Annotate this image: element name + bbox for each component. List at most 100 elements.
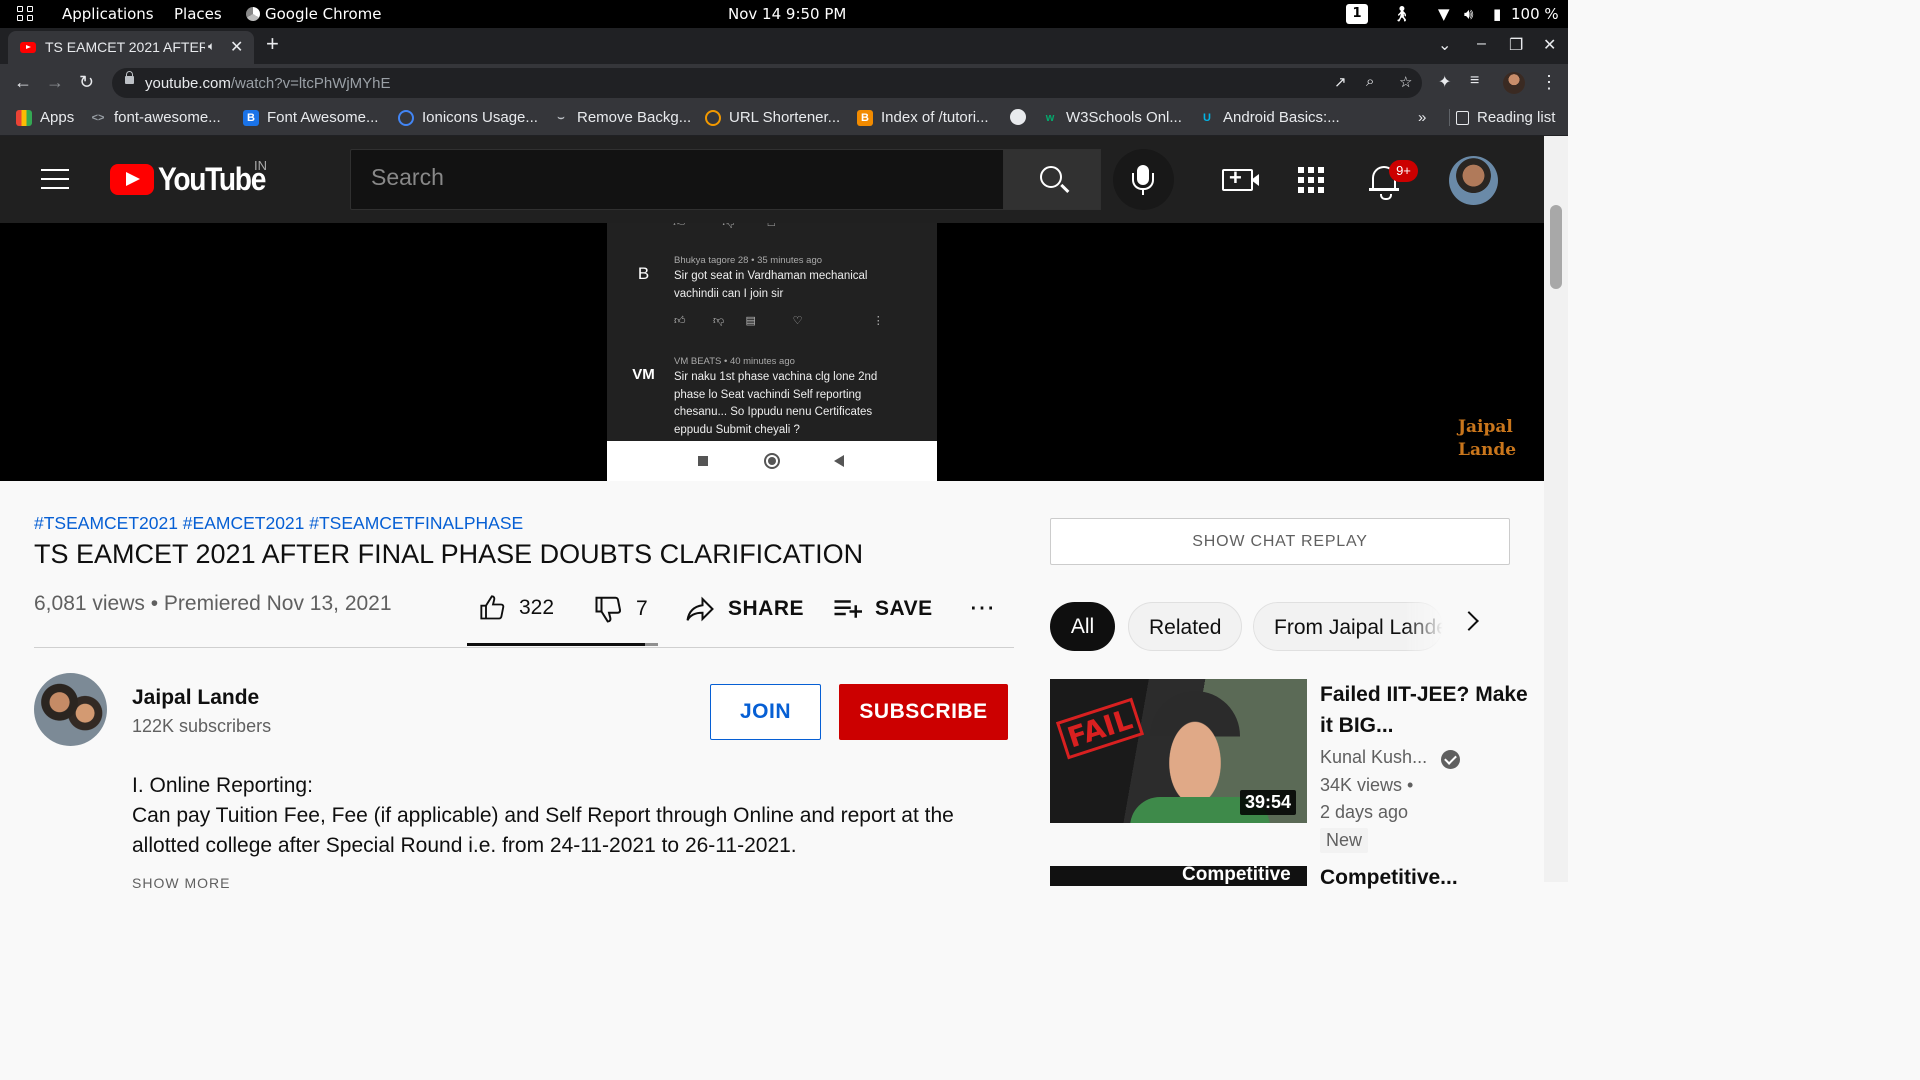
url-text[interactable]: youtube.com/watch?v=ltcPhWjMYhE xyxy=(145,75,391,92)
index-icon: B xyxy=(857,109,873,126)
tab-title: TS EAMCET 2021 AFTER FINAL PHASE DOUBTS … xyxy=(45,39,205,55)
extensions-icon[interactable]: ✦ xyxy=(1438,72,1451,92)
share-label: SHARE xyxy=(728,597,805,620)
volume-icon[interactable]: 🔊︎ xyxy=(1464,5,1473,23)
share-button[interactable]: SHARE xyxy=(684,594,804,624)
android-nav-bar xyxy=(607,441,937,481)
media-control-icon[interactable]: ≡ xyxy=(1470,72,1479,90)
workspace-indicator[interactable]: 1 xyxy=(1346,4,1368,24)
save-label: SAVE xyxy=(875,597,933,620)
chip-from-channel[interactable]: From Jaipal Lande xyxy=(1253,602,1443,651)
bookmark-apps[interactable]: Apps xyxy=(16,109,74,126)
audio-playing-icon[interactable]: 🔈︎ xyxy=(208,39,215,54)
applications-menu[interactable]: Applications xyxy=(62,5,154,23)
video-duration: 39:54 xyxy=(1240,790,1297,815)
back-triangle-icon xyxy=(834,455,844,467)
recommendation-title[interactable]: Competitive... xyxy=(1320,866,1458,890)
like-button[interactable]: 322 xyxy=(479,594,554,622)
bookmark-label: URL Shortener... xyxy=(729,109,841,126)
create-video-icon[interactable] xyxy=(1222,165,1259,191)
bookmark-font-awesome[interactable]: B Font Awesome... xyxy=(243,109,378,126)
activities-grid-icon[interactable] xyxy=(17,6,35,22)
search-button[interactable] xyxy=(1003,149,1101,210)
zoom-icon[interactable]: ⌕ xyxy=(1366,73,1374,90)
channel-name[interactable]: Jaipal Lande xyxy=(132,686,259,710)
address-bar[interactable]: youtube.com/watch?v=ltcPhWjMYhE ↗ ⌕ ☆ xyxy=(112,68,1422,98)
reading-list-icon xyxy=(1456,110,1469,125)
recommendation-age: 2 days ago xyxy=(1320,802,1409,822)
bookmark-globe[interactable] xyxy=(1010,109,1026,125)
minimize-icon[interactable]: – xyxy=(1477,35,1486,53)
save-button[interactable]: SAVE xyxy=(831,594,933,624)
menu-kebab-icon[interactable]: ⋮ xyxy=(1540,72,1558,93)
profile-avatar[interactable] xyxy=(1503,72,1525,94)
more-actions-icon[interactable]: ⋯ xyxy=(969,592,995,623)
page-scrollbar-thumb[interactable] xyxy=(1550,205,1562,289)
youtube-logo-icon[interactable] xyxy=(110,164,154,195)
video-hashtags[interactable]: #TSEAMCET2021 #EAMCET2021 #TSEAMCETFINAL… xyxy=(34,513,523,534)
bookmark-font-awesome-code[interactable]: <> font-awesome... xyxy=(90,109,221,126)
chip-all[interactable]: All xyxy=(1050,602,1115,651)
recommendation-title[interactable]: Failed IIT-JEE? Make it BIG... xyxy=(1320,679,1535,741)
bookmark-w3schools[interactable]: w W3Schools Onl... xyxy=(1042,109,1182,126)
channel-watermark: Jaipal Lande xyxy=(1458,416,1516,462)
guide-menu-icon[interactable] xyxy=(41,169,69,189)
search-input[interactable] xyxy=(371,164,971,191)
comment-meta: Bhukya tagore 28 • 35 minutes ago xyxy=(674,255,823,266)
active-app-label[interactable]: Google Chrome xyxy=(265,5,382,23)
comment-avatar: VM xyxy=(632,366,655,383)
recommendation-thumbnail[interactable]: Competitive xyxy=(1050,866,1307,886)
places-menu[interactable]: Places xyxy=(174,5,222,23)
chip-related[interactable]: Related xyxy=(1128,602,1243,651)
recents-icon xyxy=(698,456,708,466)
lock-icon[interactable] xyxy=(125,71,134,84)
bookmark-remove-bg[interactable]: ⌣ Remove Backg... xyxy=(553,109,691,126)
udacity-icon: U xyxy=(1203,111,1211,124)
recommendation-channel[interactable]: Kunal Kush... xyxy=(1320,747,1427,768)
window-close-icon[interactable]: ✕ xyxy=(1543,35,1556,55)
bookmark-android-basics[interactable]: U Android Basics:... xyxy=(1199,109,1340,126)
back-icon[interactable]: ← xyxy=(14,72,32,93)
bookmark-label: Font Awesome... xyxy=(267,109,379,126)
description-line: Can pay Tuition Fee, Fee (if applicable)… xyxy=(132,804,954,857)
subscribe-button[interactable]: SUBSCRIBE xyxy=(839,684,1008,740)
bookmark-index-of[interactable]: B Index of /tutori... xyxy=(857,109,989,126)
wifi-icon[interactable]: ▼ xyxy=(1438,5,1450,23)
join-button[interactable]: JOIN xyxy=(710,684,821,740)
more-bookmarks-button[interactable]: » xyxy=(1418,109,1426,126)
reload-icon[interactable]: ↻ xyxy=(79,72,94,93)
chevron-right-icon[interactable] xyxy=(1459,611,1479,631)
youtube-apps-icon[interactable] xyxy=(1298,167,1324,193)
chrome-app-icon xyxy=(246,7,260,21)
subscriber-count: 122K subscribers xyxy=(132,716,272,736)
home-icon xyxy=(764,453,780,469)
link-icon xyxy=(705,109,721,126)
tab-search-icon[interactable]: ⌄ xyxy=(1438,35,1451,55)
tab-close-icon[interactable]: ✕ xyxy=(230,37,243,57)
bookmark-ionicons[interactable]: Ionicons Usage... xyxy=(398,109,538,126)
accessibility-icon[interactable]: 🚶︎ xyxy=(1392,5,1411,23)
battery-icon[interactable]: ▮ xyxy=(1493,5,1501,23)
voice-search-button[interactable] xyxy=(1113,149,1174,210)
bookmark-star-icon[interactable]: ☆ xyxy=(1399,73,1412,91)
youtube-wordmark[interactable]: YouTube xyxy=(158,161,266,198)
restore-icon[interactable]: ❐ xyxy=(1509,35,1523,55)
clock[interactable]: Nov 14 9:50 PM xyxy=(728,5,846,23)
bookmark-label: Index of /tutori... xyxy=(881,109,989,126)
video-frame-phone-screen: 👍︎ 👎︎ □ B Bhukya tagore 28 • 35 minutes … xyxy=(607,223,937,481)
reading-list-button[interactable]: Reading list xyxy=(1449,109,1555,126)
b-letter-icon: B xyxy=(243,109,259,126)
code-icon: <> xyxy=(91,111,105,124)
dislike-button[interactable]: 7 xyxy=(594,594,648,624)
show-chat-replay-button[interactable]: SHOW CHAT REPLAY xyxy=(1050,518,1510,565)
forward-icon[interactable]: → xyxy=(46,72,64,93)
channel-avatar[interactable] xyxy=(34,673,107,746)
show-more-button[interactable]: SHOW MORE xyxy=(132,875,230,891)
like-dislike-ratio-bar xyxy=(467,643,658,646)
account-avatar[interactable] xyxy=(1449,156,1498,205)
open-in-app-icon[interactable]: ↗ xyxy=(1334,73,1347,91)
new-tab-button[interactable]: + xyxy=(266,31,279,57)
bookmark-url-shortener[interactable]: URL Shortener... xyxy=(705,109,840,126)
tab-youtube[interactable]: TS EAMCET 2021 AFTER FINAL PHASE DOUBTS … xyxy=(8,31,254,64)
video-player[interactable]: 👍︎ 👎︎ □ B Bhukya tagore 28 • 35 minutes … xyxy=(0,223,1544,481)
